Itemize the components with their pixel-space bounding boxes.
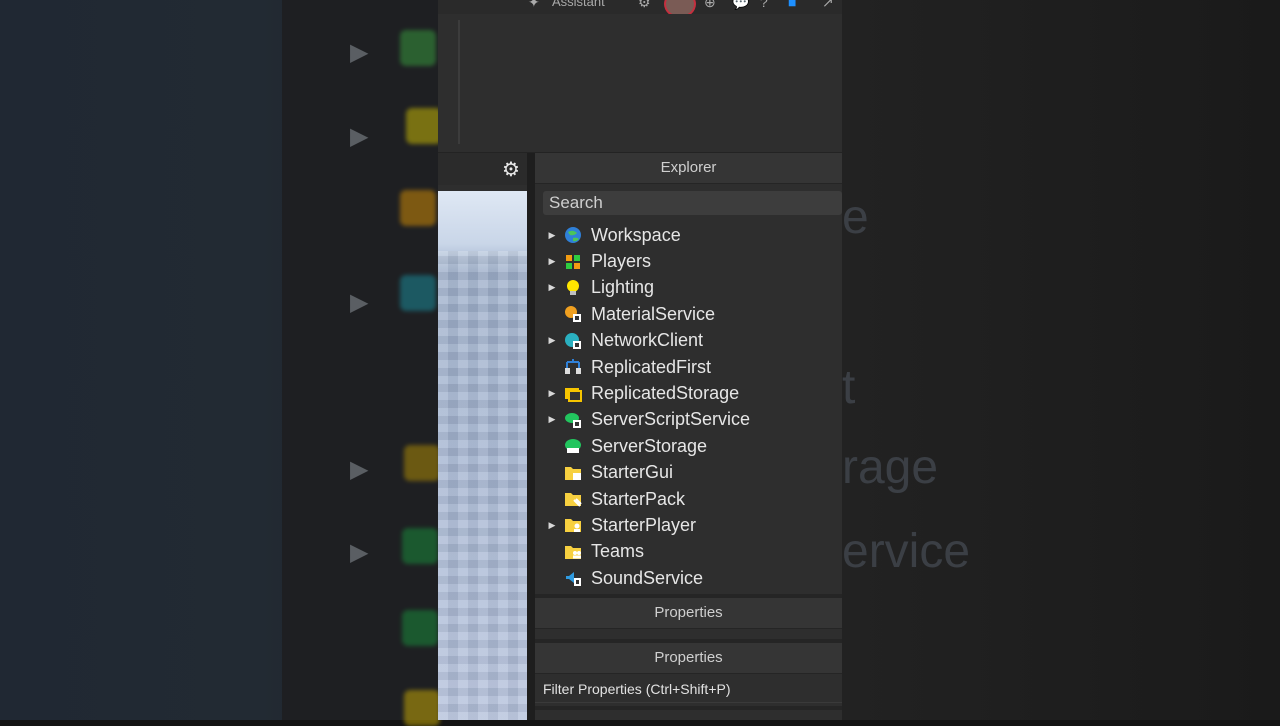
chat-icon[interactable]: 💬 (732, 0, 749, 11)
server-script-service-icon (564, 411, 582, 429)
tree-item-teams[interactable]: Teams (535, 539, 842, 565)
blurred-folder-icon (404, 690, 440, 726)
network-client-icon (564, 332, 582, 350)
teams-icon (564, 543, 582, 561)
studio-window: ✦ Assistant ⚙ ⊕ 💬 ? ■ ↗ ⚙ Explorer Searc… (438, 0, 842, 720)
bottom-divider (535, 706, 842, 710)
material-service-icon (564, 305, 582, 323)
notification-icon[interactable]: ■ (788, 0, 796, 10)
tree-item-label: Workspace (591, 224, 681, 245)
tree-item-lighting[interactable]: ▶ Lighting (535, 275, 842, 301)
tree-item-label: StarterPlayer (591, 514, 697, 535)
sound-service-icon (564, 569, 582, 587)
filter-properties-input[interactable]: Filter Properties (Ctrl+Shift+P) (535, 675, 842, 703)
tree-item-materialservice[interactable]: MaterialService (535, 301, 842, 327)
blurred-arrow: ▶ (350, 539, 369, 566)
add-friend-icon[interactable]: ⊕ (704, 0, 716, 11)
background-left-blur: ▶ ▶ ▶ ▶ ▶ (0, 0, 442, 726)
tree-item-starterpack[interactable]: StarterPack (535, 486, 842, 512)
ribbon-divider (458, 20, 460, 144)
tree-item-replicatedfirst[interactable]: ReplicatedFirst (535, 354, 842, 380)
lightbulb-icon (564, 279, 582, 297)
globe-icon (564, 226, 582, 244)
tree-item-label: Teams (591, 541, 645, 562)
tree-item-label: MaterialService (591, 303, 716, 324)
blurred-server-icon (402, 528, 438, 564)
expand-arrow-icon[interactable]: ▶ (545, 335, 559, 346)
blurred-arrow: ▶ (350, 123, 369, 150)
tree-item-workspace[interactable]: ▶ Workspace (535, 222, 842, 248)
expand-arrow-icon[interactable]: ▶ (545, 414, 559, 425)
properties-top-title: Properties (535, 598, 842, 629)
sparkle-icon[interactable]: ✦ (528, 0, 540, 11)
baseplate (438, 251, 527, 720)
expand-arrow-icon[interactable]: ▶ (545, 230, 559, 241)
blurred-storage-icon (404, 445, 440, 481)
expand-arrow-icon[interactable]: ▶ (545, 520, 559, 531)
help-icon[interactable]: ? (760, 0, 768, 10)
blurred-arrow: ▶ (350, 39, 369, 66)
tree-item-starterplayer[interactable]: ▶ StarterPlayer (535, 512, 842, 538)
tree-item-startergui[interactable]: StarterGui (535, 460, 842, 486)
expand-arrow-icon[interactable]: ▶ (545, 256, 559, 267)
tree-item-label: ReplicatedFirst (591, 356, 712, 377)
expand-arrow-icon[interactable]: ▶ (545, 388, 559, 399)
properties-title: Properties (535, 643, 842, 674)
explorer-search-input[interactable]: Search (543, 191, 842, 215)
tree-item-players[interactable]: ▶ Players (535, 248, 842, 274)
tree-item-soundservice[interactable]: SoundService (535, 565, 842, 591)
tree-item-replicatedstorage[interactable]: ▶ ReplicatedStorage (535, 380, 842, 406)
blurred-material-icon (400, 190, 436, 226)
tree-item-label: ServerScriptService (591, 409, 751, 430)
starter-gui-icon (564, 464, 582, 482)
blurred-text: t (842, 361, 856, 414)
blurred-text: e (842, 191, 869, 244)
gear-icon[interactable]: ⚙ (502, 157, 520, 182)
top-toolbar: ✦ Assistant ⚙ ⊕ 💬 ? ■ ↗ (438, 0, 842, 18)
panel-splitter[interactable] (527, 153, 535, 720)
explorer-tree: ▶ Workspace ▶ Players ▶ Lighting Materia… (535, 222, 842, 591)
tree-item-label: Players (591, 251, 652, 272)
replicated-first-icon (564, 358, 582, 376)
players-icon (564, 253, 582, 271)
expand-arrow-icon[interactable]: ▶ (545, 282, 559, 293)
blurred-players-icon (400, 30, 436, 66)
background-right-blur: e t rage ervice (842, 0, 1280, 720)
tree-item-networkclient[interactable]: ▶ NetworkClient (535, 328, 842, 354)
tree-item-label: NetworkClient (591, 330, 704, 351)
tree-item-label: SoundService (591, 567, 704, 588)
tree-item-label: ReplicatedStorage (591, 383, 740, 404)
share-icon[interactable]: ↗ (822, 0, 834, 11)
tree-item-label: StarterPack (591, 488, 686, 509)
explorer-title: Explorer (535, 153, 842, 184)
replicated-storage-icon (564, 385, 582, 403)
tree-item-label: StarterGui (591, 462, 674, 483)
tree-item-label: ServerStorage (591, 435, 708, 456)
starter-player-icon (564, 516, 582, 534)
blurred-arrow: ▶ (350, 289, 369, 316)
blurred-network-icon (400, 275, 436, 311)
starter-pack-icon (564, 490, 582, 508)
blurred-text: ervice (842, 525, 971, 578)
ribbon-area (438, 14, 842, 153)
tree-item-serverscriptservice[interactable]: ▶ ServerScriptService (535, 407, 842, 433)
assistant-button[interactable]: Assistant (552, 0, 605, 9)
3d-viewport[interactable] (438, 191, 527, 720)
tree-item-label: Lighting (591, 277, 655, 298)
blurred-server-storage-icon (402, 610, 438, 646)
viewport-header: ⚙ (438, 153, 530, 185)
tree-item-serverstorage[interactable]: ServerStorage (535, 433, 842, 459)
blurred-text: rage (842, 441, 939, 494)
blurred-lighting-icon (406, 108, 442, 144)
settings-icon[interactable]: ⚙ (638, 0, 651, 11)
blurred-arrow: ▶ (350, 456, 369, 483)
explorer-panel: Explorer Search ▶ Workspace ▶ Players ▶ … (535, 153, 842, 720)
server-storage-icon (564, 437, 582, 455)
